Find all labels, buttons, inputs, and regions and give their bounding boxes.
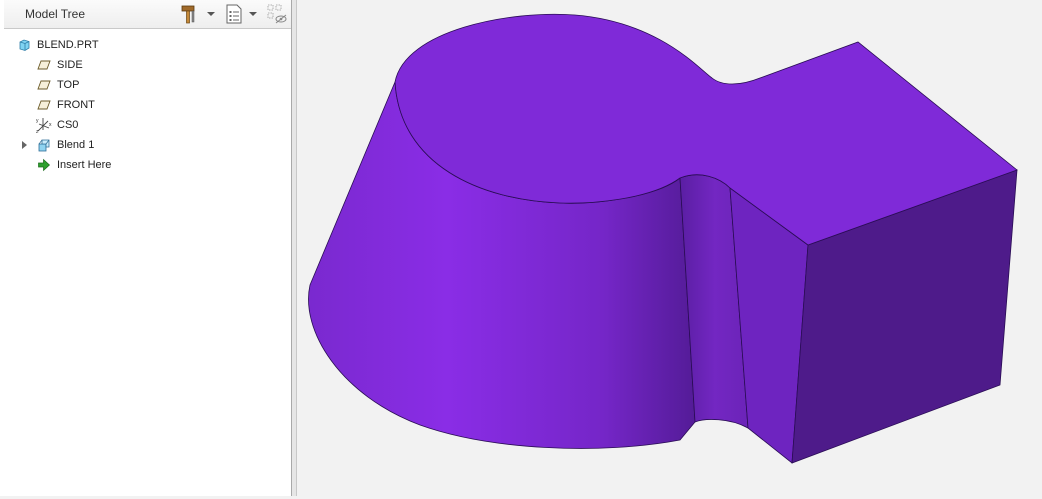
model-tree-header: Model Tree	[4, 0, 291, 29]
list-icon[interactable]	[223, 3, 245, 25]
tree-item-blend-prt[interactable]: BLEND.PRT	[0, 35, 290, 55]
tree-item-cs0[interactable]: y z x CS0	[0, 115, 290, 135]
panel-title: Model Tree	[25, 7, 86, 21]
tree-item-label: FRONT	[57, 99, 95, 111]
svg-text:z: z	[36, 129, 39, 134]
hammer-icon[interactable]	[178, 3, 200, 25]
insert-arrow-icon	[37, 158, 51, 172]
tree-item-label: SIDE	[57, 59, 83, 71]
blend-feature-icon	[37, 138, 51, 152]
coordinate-system-icon: y z x	[35, 116, 53, 135]
tree-item-insert-here[interactable]: Insert Here	[0, 155, 290, 175]
tree-item-front[interactable]: FRONT	[0, 95, 290, 115]
tree-item-blend-1[interactable]: Blend 1	[0, 135, 290, 155]
columns-icon[interactable]	[266, 3, 288, 25]
part-icon	[17, 38, 31, 52]
datum-plane-icon	[37, 58, 51, 72]
tree-item-side[interactable]: SIDE	[0, 55, 290, 75]
svg-text:y: y	[36, 118, 39, 124]
expand-arrow-icon[interactable]	[22, 141, 27, 149]
tree-item-label: Blend 1	[57, 139, 95, 151]
tree-item-label: CS0	[57, 119, 79, 131]
svg-text:x: x	[49, 122, 52, 128]
tree-item-label: Insert Here	[57, 159, 112, 171]
chevron-down-icon[interactable]	[207, 12, 215, 16]
blend-model-3d	[308, 13, 1018, 464]
model-tree-panel: Model Tree BLEND.PRT SIDE TOP FRONT y z …	[0, 0, 292, 496]
tree-item-label: TOP	[57, 79, 80, 91]
tree-item-top[interactable]: TOP	[0, 75, 290, 95]
tree-item-label: BLEND.PRT	[37, 39, 99, 51]
graphics-viewport[interactable]	[298, 0, 1042, 496]
chevron-down-icon[interactable]	[249, 12, 257, 16]
panel-splitter[interactable]	[292, 0, 297, 496]
datum-plane-icon	[37, 98, 51, 112]
datum-plane-icon	[37, 78, 51, 92]
